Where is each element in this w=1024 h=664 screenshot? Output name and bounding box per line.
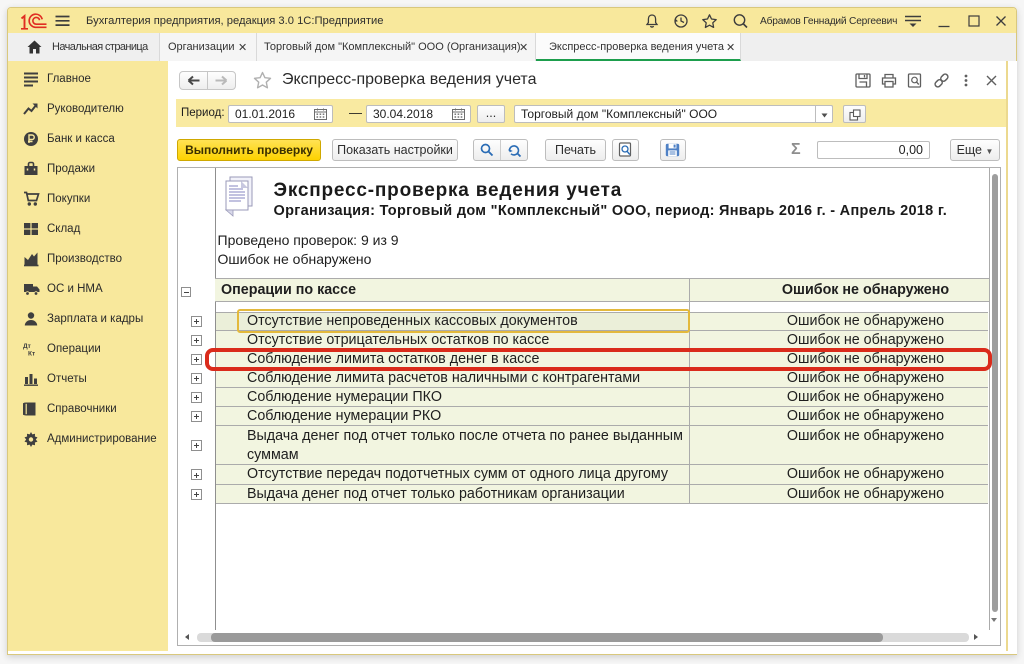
svg-text:Кт: Кт <box>28 351 35 358</box>
svg-text:Дт: Дт <box>23 343 31 350</box>
